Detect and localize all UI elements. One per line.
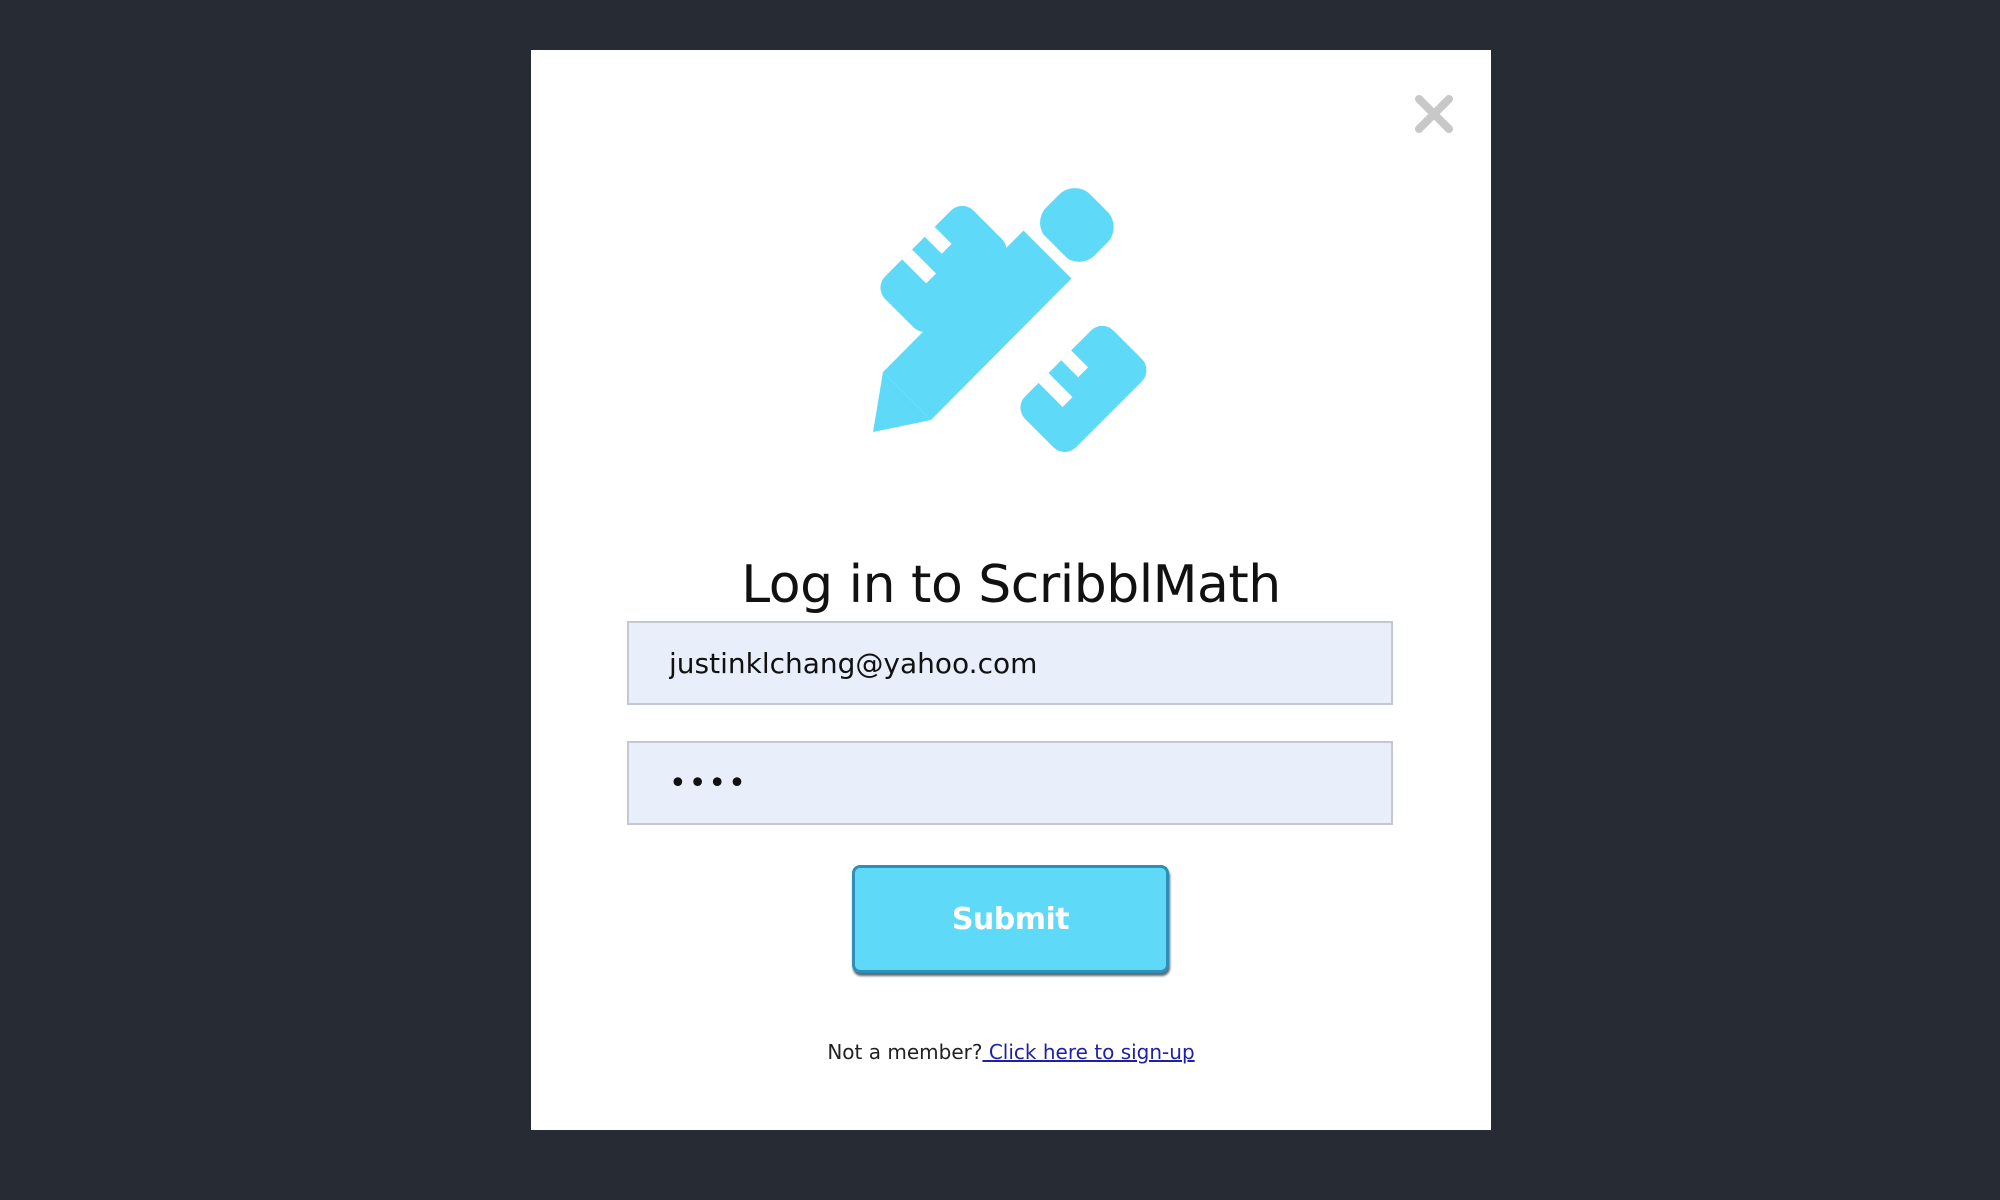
- pencil-ruler-icon: [873, 188, 1147, 452]
- password-field[interactable]: [627, 741, 1393, 825]
- login-modal: Log in to ScribblMath Submit Not a membe…: [531, 50, 1491, 1130]
- signup-prompt: Not a member?: [827, 1040, 983, 1064]
- page-title: Log in to ScribblMath: [741, 555, 1281, 615]
- signup-link[interactable]: Click here to sign-up: [982, 1040, 1195, 1064]
- close-button[interactable]: [1403, 83, 1465, 145]
- close-icon: [1415, 95, 1453, 133]
- signup-line: Not a member? Click here to sign-up: [531, 1040, 1491, 1064]
- submit-button[interactable]: Submit: [852, 865, 1169, 973]
- email-field[interactable]: [627, 621, 1393, 705]
